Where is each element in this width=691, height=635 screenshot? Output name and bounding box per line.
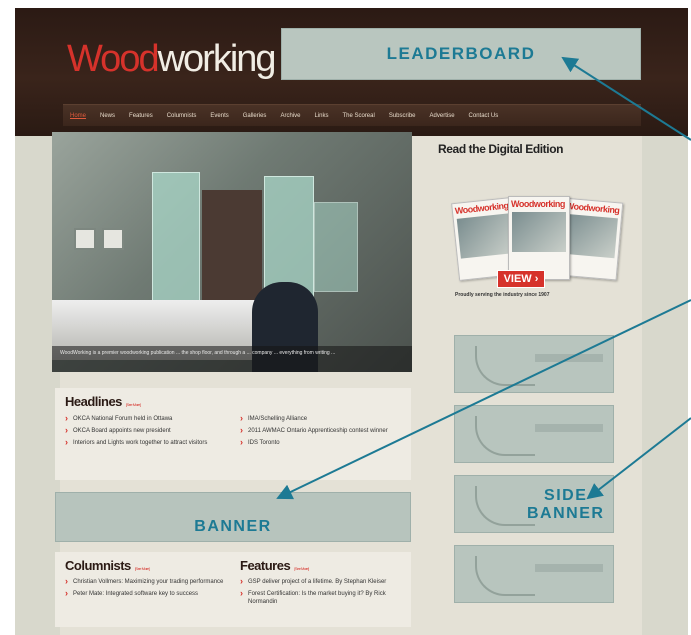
glass-panel (152, 172, 200, 302)
nav-item-home[interactable]: Home (63, 113, 93, 119)
magazine-title: Woodworking (565, 200, 620, 216)
magazine-image (562, 213, 618, 259)
magazine-image (456, 213, 513, 259)
nav-item-news[interactable]: News (93, 113, 122, 119)
headlines-title-text: Headlines (65, 394, 122, 409)
columnist-item[interactable]: Peter Mate: Integrated software key to s… (65, 589, 226, 598)
feature-item[interactable]: GSP deliver project of a lifetime. By St… (240, 577, 401, 586)
chair-image (475, 486, 535, 526)
headlines-section: Headlines [See More] OKCA National Forum … (55, 388, 411, 480)
side-banner-ad[interactable] (454, 545, 614, 603)
view-button[interactable]: VIEW › (497, 270, 545, 288)
features-title: Features [See More] (240, 558, 401, 573)
logo-working: working (157, 38, 277, 80)
features-more-link[interactable]: [See More] (294, 566, 309, 571)
closet (202, 190, 262, 300)
nav-item-advertise[interactable]: Advertise (423, 113, 462, 119)
side-banner-ad[interactable] (454, 335, 614, 393)
hero-image[interactable]: WoodWorking is a premier woodworking pub… (52, 132, 412, 372)
headline-item[interactable]: IDS Toronto (240, 438, 401, 447)
glass-panel (314, 202, 358, 292)
headline-item[interactable]: OKCA Board appoints new president (65, 426, 226, 435)
nav-item-galleries[interactable]: Galleries (236, 113, 274, 119)
side-banner-label: SIDE BANNER (527, 487, 604, 523)
nav-item-events[interactable]: Events (203, 113, 235, 119)
nav-item-features[interactable]: Features (122, 113, 160, 119)
wall-art (74, 228, 96, 250)
columnists-more-link[interactable]: [See More] (135, 566, 150, 571)
ad-bar (535, 564, 603, 572)
feature-item[interactable]: Forest Certification: Is the market buyi… (240, 589, 401, 606)
wall-art (102, 228, 124, 250)
logo-wood: Wood (67, 38, 160, 80)
ad-bar (535, 424, 603, 432)
columnists-features-section: Columnists [See More] Christian Vollmers:… (55, 552, 411, 627)
nav-item-subscribe[interactable]: Subscribe (382, 113, 423, 119)
chair-image (475, 416, 535, 456)
digital-edition-title[interactable]: Read the Digital Edition (438, 142, 563, 156)
hero-caption: WoodWorking is a premier woodworking pub… (52, 346, 412, 372)
headline-item[interactable]: OKCA National Forum held in Ottawa (65, 414, 226, 423)
chair-image (475, 346, 535, 386)
nav-item-columnists[interactable]: Columnists (160, 113, 204, 119)
main-nav: Home News Features Columnists Events Gal… (63, 104, 641, 126)
side-banner-label-line2: BANNER (527, 505, 605, 522)
nav-item-links[interactable]: Links (307, 113, 335, 119)
tagline: Proudly serving the industry since 1907 (455, 292, 550, 298)
headline-item[interactable]: 2011 AWMAC Ontario Apprenticeship contes… (240, 426, 401, 435)
leaderboard-label: LEADERBOARD (386, 44, 536, 63)
headline-item[interactable]: IMA/Schelling Alliance (240, 414, 401, 423)
columnist-item[interactable]: Christian Vollmers: Maximizing your trad… (65, 577, 226, 586)
nav-item-scoreal[interactable]: The Scoreal (335, 113, 381, 119)
columnists-title-text: Columnists (65, 558, 131, 573)
banner-ad[interactable]: BANNER (55, 492, 411, 542)
magazine-title: Woodworking (511, 199, 565, 209)
nav-item-contact[interactable]: Contact Us (462, 113, 506, 119)
headlines-title: Headlines [See More] (65, 394, 401, 409)
chair-image (475, 556, 535, 596)
leaderboard-ad[interactable]: LEADERBOARD (281, 28, 641, 80)
nav-item-archive[interactable]: Archive (273, 113, 307, 119)
site-logo[interactable]: Woodworking (67, 38, 277, 81)
headline-item[interactable]: Interiors and Lights work together to at… (65, 438, 226, 447)
site-header: Woodworking LEADERBOARD Home News Featur… (15, 8, 688, 136)
side-banner-ad[interactable] (454, 405, 614, 463)
columnists-title: Columnists [See More] (65, 558, 226, 573)
magazine-cover-center[interactable]: Woodworking (508, 196, 570, 280)
side-banner-label-line1: SIDE (544, 487, 588, 504)
banner-label: BANNER (194, 518, 272, 535)
headlines-more-link[interactable]: [See More] (126, 402, 141, 407)
ad-bar (535, 354, 603, 362)
features-title-text: Features (240, 558, 291, 573)
magazine-image (512, 212, 566, 252)
